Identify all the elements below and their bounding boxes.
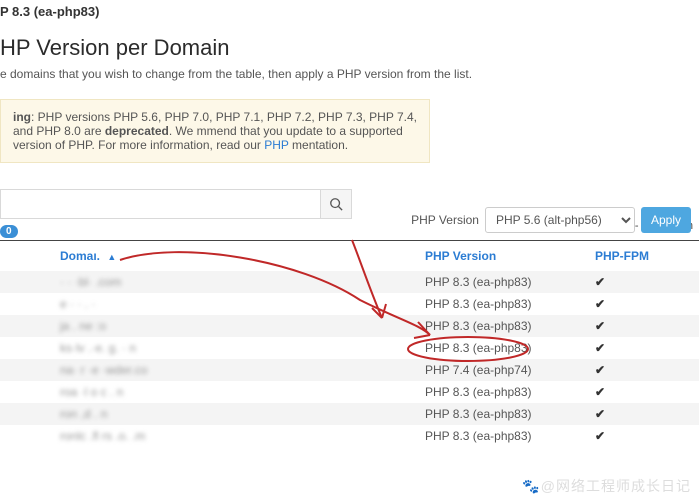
column-domain[interactable]: Domaı. ▲	[0, 249, 425, 263]
domain-search-input[interactable]	[0, 189, 320, 219]
php-version-select[interactable]: PHP 5.6 (alt-php56)	[485, 207, 635, 233]
warning-prefix: ing	[13, 110, 31, 124]
cell-domain: · · ·bl· .com	[0, 275, 425, 289]
cell-domain: ronlc .fl rs .o. .m	[0, 429, 425, 443]
watermark-text: @网络工程师成长日记	[541, 478, 691, 494]
cell-php-fpm: ✔	[595, 429, 699, 443]
cell-php-version: PHP 8.3 (ea-php83)	[425, 319, 595, 333]
cell-php-fpm: ✔	[595, 363, 699, 377]
cell-php-version: PHP 8.3 (ea-php83)	[425, 275, 595, 289]
cell-php-version: PHP 8.3 (ea-php83)	[425, 429, 595, 443]
column-php-version[interactable]: PHP Version	[425, 249, 595, 263]
cell-php-fpm: ✔	[595, 407, 699, 421]
cell-php-version: PHP 8.3 (ea-php83)	[425, 341, 595, 355]
deprecation-warning: ing: PHP versions PHP 5.6, PHP 7.0, PHP …	[0, 99, 430, 163]
check-icon: ✔	[595, 319, 605, 333]
cell-domain: roa ·l o c . n	[0, 385, 425, 399]
table-row[interactable]: na· r ·e ·wder.co PHP 7.4 (ea-php74)✔	[0, 359, 699, 381]
search-icon	[329, 197, 343, 211]
cell-php-fpm: ✔	[595, 297, 699, 311]
search-button[interactable]	[320, 189, 352, 219]
check-icon: ✔	[595, 297, 605, 311]
check-icon: ✔	[595, 275, 605, 289]
table-row[interactable]: · · ·bl· .comPHP 8.3 (ea-php83)✔	[0, 271, 699, 293]
cell-php-version: PHP 8.3 (ea-php83)	[425, 297, 595, 311]
warning-deprecated: deprecated	[105, 124, 169, 138]
cell-php-fpm: ✔	[595, 385, 699, 399]
domain-table: Domaı. ▲ PHP Version PHP-FPM · · ·bl· .c…	[0, 240, 699, 447]
cell-domain: ks·lv .·e. g. · n	[0, 341, 425, 355]
cell-domain: ja . ne :o	[0, 319, 425, 333]
cell-php-version: PHP 7.4 (ea-php74)	[425, 363, 595, 377]
table-row[interactable]: ks·lv .·e. g. · nPHP 8.3 (ea-php83)✔	[0, 337, 699, 359]
check-icon: ✔	[595, 429, 605, 443]
check-icon: ✔	[595, 341, 605, 355]
table-row[interactable]: ron ,d . nPHP 8.3 (ea-php83)✔	[0, 403, 699, 425]
cell-php-fpm: ✔	[595, 275, 699, 289]
check-icon: ✔	[595, 385, 605, 399]
check-icon: ✔	[595, 363, 605, 377]
warning-text-3: mentation.	[289, 138, 348, 152]
table-row[interactable]: roa ·l o c . nPHP 8.3 (ea-php83)✔	[0, 381, 699, 403]
check-icon: ✔	[595, 407, 605, 421]
cell-php-fpm: ✔	[595, 319, 699, 333]
column-php-fpm[interactable]: PHP-FPM	[595, 249, 699, 263]
cell-domain: ron ,d . n	[0, 407, 425, 421]
table-row[interactable]: ronlc .fl rs .o. .mPHP 8.3 (ea-php83)✔	[0, 425, 699, 447]
page-description: e domains that you wish to change from t…	[0, 67, 699, 81]
filter-count-badge: 0	[0, 225, 18, 238]
cell-domain: e · · . ·	[0, 297, 425, 311]
watermark: 🐾@网络工程师成长日记	[522, 476, 691, 496]
table-row[interactable]: e · · . ·PHP 8.3 (ea-php83)✔	[0, 293, 699, 315]
current-system-php: P 8.3 (ea-php83)	[0, 0, 699, 27]
column-domain-label: Domaı.	[60, 249, 100, 263]
page-title: HP Version per Domain	[0, 35, 699, 61]
cell-php-version: PHP 8.3 (ea-php83)	[425, 407, 595, 421]
php-version-label: PHP Version	[411, 213, 479, 227]
cell-domain: na· r ·e ·wder.co	[0, 363, 425, 377]
php-doc-link[interactable]: PHP	[264, 138, 288, 152]
cell-php-fpm: ✔	[595, 341, 699, 355]
sort-asc-icon: ▲	[107, 252, 116, 262]
cell-php-version: PHP 8.3 (ea-php83)	[425, 385, 595, 399]
apply-button[interactable]: Apply	[641, 207, 691, 233]
table-header: Domaı. ▲ PHP Version PHP-FPM	[0, 241, 699, 271]
watermark-icon: 🐾	[522, 478, 540, 494]
table-row[interactable]: ja . ne :oPHP 8.3 (ea-php83)✔	[0, 315, 699, 337]
